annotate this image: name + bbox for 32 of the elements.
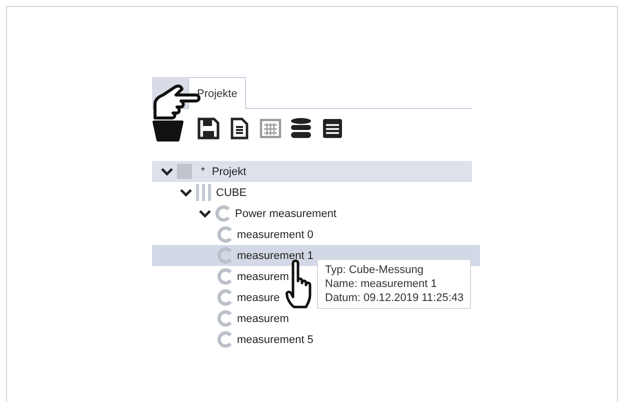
c-icon: [217, 226, 232, 243]
save-icon[interactable]: [196, 116, 220, 140]
tree-item-label[interactable]: measurem: [237, 270, 289, 282]
tree-item-label[interactable]: Projekt: [212, 166, 246, 178]
tree-row[interactable]: measurement 0: [152, 224, 472, 245]
modified-marker: *: [201, 166, 205, 177]
square-icon: [177, 163, 192, 180]
c-icon: [217, 247, 232, 264]
c-icon: [217, 289, 232, 306]
tooltip-line: Datum: 09.12.2019 11:25:43: [325, 291, 464, 305]
c-icon: [215, 205, 230, 222]
tooltip-line: Typ: Cube-Messung: [325, 263, 424, 277]
tree-item-label[interactable]: CUBE: [216, 186, 247, 198]
tree-row[interactable]: Power measurement: [152, 203, 472, 224]
tree-item-label[interactable]: Power measurement: [235, 208, 336, 220]
tree-row[interactable]: * Projekt: [152, 161, 472, 182]
c-icon: [217, 331, 232, 348]
tree-item-label[interactable]: measurement 5: [237, 334, 314, 346]
tree-row[interactable]: measurement 5: [152, 329, 472, 350]
bars-icon: [196, 184, 211, 201]
tree-item-label[interactable]: measurement 0: [237, 228, 314, 240]
tooltip-line: Name: measurement 1: [325, 277, 438, 291]
c-icon: [217, 268, 232, 285]
tree-item-label[interactable]: measure: [237, 292, 280, 304]
tree-item-label[interactable]: measurement 1: [237, 250, 314, 262]
tree-row[interactable]: measurem: [152, 308, 472, 329]
tree-item-label[interactable]: measurem: [237, 312, 289, 324]
tab[interactable]: Projekte: [188, 77, 246, 109]
database-icon[interactable]: [289, 116, 313, 140]
tree-row[interactable]: CUBE: [152, 182, 472, 203]
c-icon: [217, 310, 232, 327]
list-icon[interactable]: [320, 116, 344, 140]
